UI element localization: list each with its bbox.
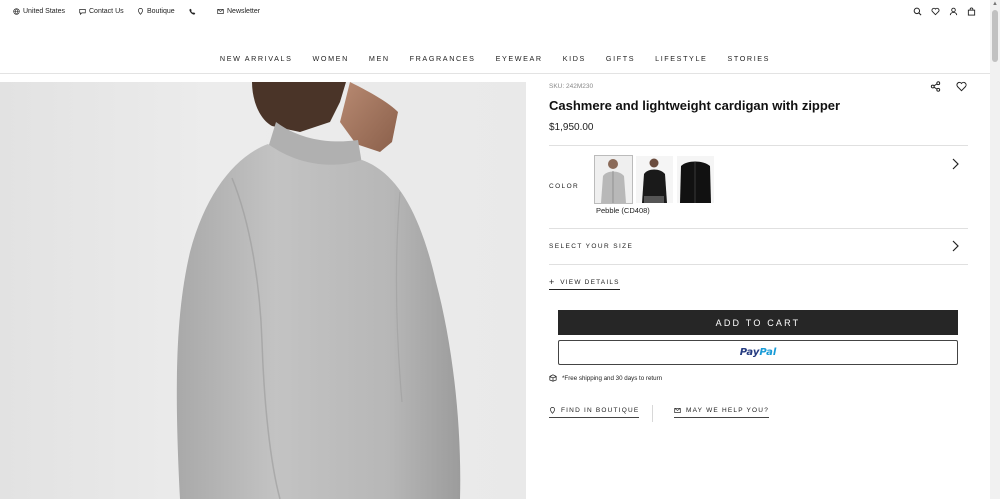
swatch-charcoal[interactable]: [677, 156, 714, 203]
scroll-up-arrow-icon[interactable]: ▲: [992, 1, 998, 7]
boutique-link[interactable]: Boutique: [137, 8, 175, 15]
view-details-label: VIEW DETAILS: [560, 278, 620, 286]
account-icons: [913, 7, 976, 16]
mail-icon: [217, 9, 224, 14]
chat-icon: [79, 9, 86, 15]
search-icon[interactable]: [913, 7, 922, 16]
model-photo: [176, 82, 461, 499]
may-we-help-label: MAY WE HELP YOU?: [686, 407, 770, 414]
chevron-right-icon[interactable]: [950, 240, 960, 252]
swatch-pebble-photo: [595, 156, 632, 203]
product-title: Cashmere and lightweight cardigan with z…: [549, 98, 841, 113]
swatch-charcoal-photo: [677, 156, 714, 203]
link-separator: [652, 405, 653, 422]
swatch-pebble[interactable]: [594, 155, 633, 204]
selected-color-name: Pebble (CD408): [596, 206, 650, 215]
phone-icon: [189, 8, 196, 15]
product-price: $1,950.00: [549, 122, 594, 133]
paypal-logo-part2: Pal: [759, 347, 777, 358]
utility-bar: United States Contact Us Boutique Newsle…: [0, 0, 990, 26]
product-image[interactable]: [0, 82, 526, 499]
chevron-right-icon[interactable]: [950, 158, 960, 170]
paypal-button[interactable]: Pay Pal: [558, 340, 958, 365]
scroll-thumb[interactable]: [992, 10, 998, 62]
share-icon[interactable]: [930, 81, 941, 92]
globe-icon: [13, 8, 20, 15]
product-sku: SKU: 242M230: [549, 83, 594, 90]
heart-icon[interactable]: [931, 7, 940, 16]
phone-link[interactable]: [189, 8, 196, 15]
mail-icon: [674, 408, 681, 413]
page-scrollbar[interactable]: ▲: [990, 0, 1000, 499]
contact-link[interactable]: Contact Us: [79, 8, 124, 15]
nav-lifestyle[interactable]: LIFESTYLE: [645, 54, 717, 66]
pin-icon: [550, 407, 555, 414]
nav-eyewear[interactable]: EYEWEAR: [486, 54, 553, 66]
nav-gifts[interactable]: GIFTS: [596, 54, 645, 66]
contact-label: Contact Us: [89, 8, 124, 15]
divider: [549, 228, 968, 229]
pin-icon: [138, 8, 143, 15]
nav-divider: [0, 73, 990, 74]
nav-new-arrivals[interactable]: NEW ARRIVALS: [210, 54, 303, 66]
add-to-cart-button[interactable]: ADD TO CART: [558, 310, 958, 335]
box-icon: [549, 374, 557, 382]
shipping-note: *Free shipping and 30 days to return: [549, 374, 662, 382]
country-label: United States: [23, 8, 66, 15]
find-in-boutique-link[interactable]: FIND IN BOUTIQUE: [549, 407, 640, 418]
nav-stories[interactable]: STORIES: [717, 54, 780, 66]
divider: [549, 145, 968, 146]
view-details-link[interactable]: + VIEW DETAILS: [549, 277, 620, 290]
boutique-label: Boutique: [147, 8, 175, 15]
country-selector[interactable]: United States: [13, 8, 65, 15]
select-size-label[interactable]: SELECT YOUR SIZE: [549, 243, 633, 250]
color-label: COLOR: [549, 183, 580, 190]
plus-icon: +: [549, 277, 555, 287]
nav-fragrances[interactable]: FRAGRANCES: [400, 54, 486, 66]
paypal-logo-part1: Pay: [739, 347, 760, 358]
shipping-text: *Free shipping and 30 days to return: [562, 374, 663, 382]
swatch-black[interactable]: [636, 156, 673, 203]
nav-kids[interactable]: KIDS: [553, 54, 596, 66]
divider: [549, 264, 968, 265]
may-we-help-link[interactable]: MAY WE HELP YOU?: [674, 407, 770, 418]
swatch-black-photo: [636, 156, 673, 203]
nav-women[interactable]: WOMEN: [303, 54, 359, 66]
main-nav: NEW ARRIVALS WOMEN MEN FRAGRANCES EYEWEA…: [0, 54, 990, 66]
newsletter-link[interactable]: Newsletter: [217, 8, 260, 15]
color-swatches: [594, 155, 714, 204]
user-icon[interactable]: [949, 7, 958, 16]
find-in-boutique-label: FIND IN BOUTIQUE: [561, 407, 640, 414]
wishlist-heart-icon[interactable]: [956, 81, 967, 92]
bag-icon[interactable]: [967, 7, 976, 16]
newsletter-label: Newsletter: [227, 8, 261, 15]
nav-men[interactable]: MEN: [359, 54, 400, 66]
